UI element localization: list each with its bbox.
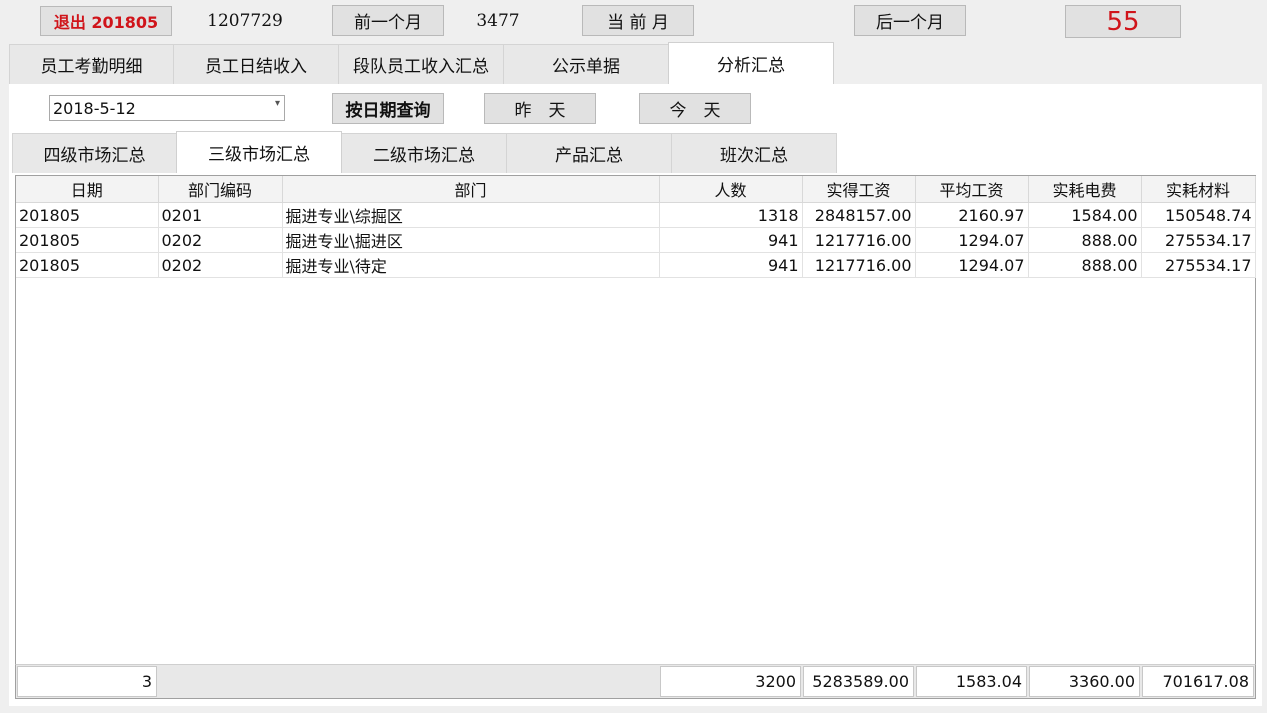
col-header-avg-salary[interactable]: 平均工资 [915,176,1029,203]
today-button[interactable]: 今 天 [639,93,751,124]
table-row[interactable]: 201805 0202 掘进专业\掘进区 941 1217716.00 1294… [16,227,1256,253]
tab-shift-summary[interactable]: 班次汇总 [671,133,837,173]
date-picker[interactable]: 2018-5-12 ▾ [49,95,285,121]
sub-tab-bar: 四级市场汇总 三级市场汇总 二级市场汇总 产品汇总 班次汇总 [12,131,837,173]
status-badge: 55 [1065,5,1181,38]
cell-power: 888.00 [1028,227,1142,253]
cell-avg-salary: 1294.07 [915,252,1029,278]
cell-salary: 2848157.00 [802,202,916,228]
cell-material: 275534.17 [1141,227,1256,253]
col-header-salary[interactable]: 实得工资 [802,176,916,203]
total-avg-salary: 1583.04 [916,666,1027,697]
tab-level2-market[interactable]: 二级市场汇总 [341,133,507,173]
count-label: 3477 [476,11,520,31]
cell-power: 888.00 [1028,252,1142,278]
tab-level3-market[interactable]: 三级市场汇总 [176,131,342,173]
exit-button[interactable]: 退出 201805 [40,6,172,36]
chevron-down-icon[interactable]: ▾ [275,98,280,109]
next-month-button[interactable]: 后一个月 [854,5,966,36]
cell-date: 201805 [16,227,159,253]
query-by-date-button[interactable]: 按日期查询 [332,93,444,124]
tab-product-summary[interactable]: 产品汇总 [506,133,672,173]
cell-dept: 掘进专业\掘进区 [282,227,660,253]
col-header-material[interactable]: 实耗材料 [1141,176,1256,203]
code-label: 1207729 [207,11,283,31]
cell-salary: 1217716.00 [802,252,916,278]
tab-attendance-detail[interactable]: 员工考勤明细 [9,44,174,84]
cell-people: 941 [659,252,803,278]
col-header-people[interactable]: 人数 [659,176,803,203]
tab-level4-market[interactable]: 四级市场汇总 [12,133,177,173]
table-row[interactable]: 201805 0202 掘进专业\待定 941 1217716.00 1294.… [16,252,1256,278]
summary-table: 日期 部门编码 部门 人数 实得工资 平均工资 实耗电费 实耗材料 201805… [16,176,1256,278]
data-grid[interactable]: 日期 部门编码 部门 人数 实得工资 平均工资 实耗电费 实耗材料 201805… [15,175,1256,665]
cell-people: 1318 [659,202,803,228]
col-header-date[interactable]: 日期 [16,176,159,203]
tab-analysis-summary[interactable]: 分析汇总 [668,42,834,84]
total-salary: 5283589.00 [803,666,914,697]
main-tab-bar: 员工考勤明细 员工日结收入 段队员工收入汇总 公示单据 分析汇总 [9,42,834,84]
totals-footer: 3 3200 5283589.00 1583.04 3360.00 701617… [15,664,1256,699]
cell-people: 941 [659,227,803,253]
cell-dept-code: 0201 [158,202,283,228]
prev-month-button[interactable]: 前一个月 [332,5,444,36]
col-header-power[interactable]: 实耗电费 [1028,176,1142,203]
cell-power: 1584.00 [1028,202,1142,228]
cell-material: 275534.17 [1141,252,1256,278]
tab-daily-income[interactable]: 员工日结收入 [173,44,339,84]
col-header-dept-code[interactable]: 部门编码 [158,176,283,203]
cell-salary: 1217716.00 [802,227,916,253]
tab-public-notices[interactable]: 公示单据 [503,44,669,84]
current-month-button[interactable]: 当 前 月 [582,5,694,36]
cell-date: 201805 [16,202,159,228]
yesterday-button[interactable]: 昨 天 [484,93,596,124]
cell-material: 150548.74 [1141,202,1256,228]
cell-date: 201805 [16,252,159,278]
cell-dept-code: 0202 [158,227,283,253]
col-header-dept[interactable]: 部门 [282,176,660,203]
cell-dept-code: 0202 [158,252,283,278]
table-row[interactable]: 201805 0201 掘进专业\综掘区 1318 2848157.00 216… [16,202,1256,228]
total-power: 3360.00 [1029,666,1140,697]
footer-spacer [158,665,659,698]
total-row-count: 3 [17,666,157,697]
total-people: 3200 [660,666,801,697]
cell-dept: 掘进专业\综掘区 [282,202,660,228]
total-material: 701617.08 [1142,666,1254,697]
cell-dept: 掘进专业\待定 [282,252,660,278]
cell-avg-salary: 1294.07 [915,227,1029,253]
cell-avg-salary: 2160.97 [915,202,1029,228]
tab-team-income-summary[interactable]: 段队员工收入汇总 [338,44,504,84]
table-header-row: 日期 部门编码 部门 人数 实得工资 平均工资 实耗电费 实耗材料 [16,176,1256,203]
date-value: 2018-5-12 [53,98,136,118]
